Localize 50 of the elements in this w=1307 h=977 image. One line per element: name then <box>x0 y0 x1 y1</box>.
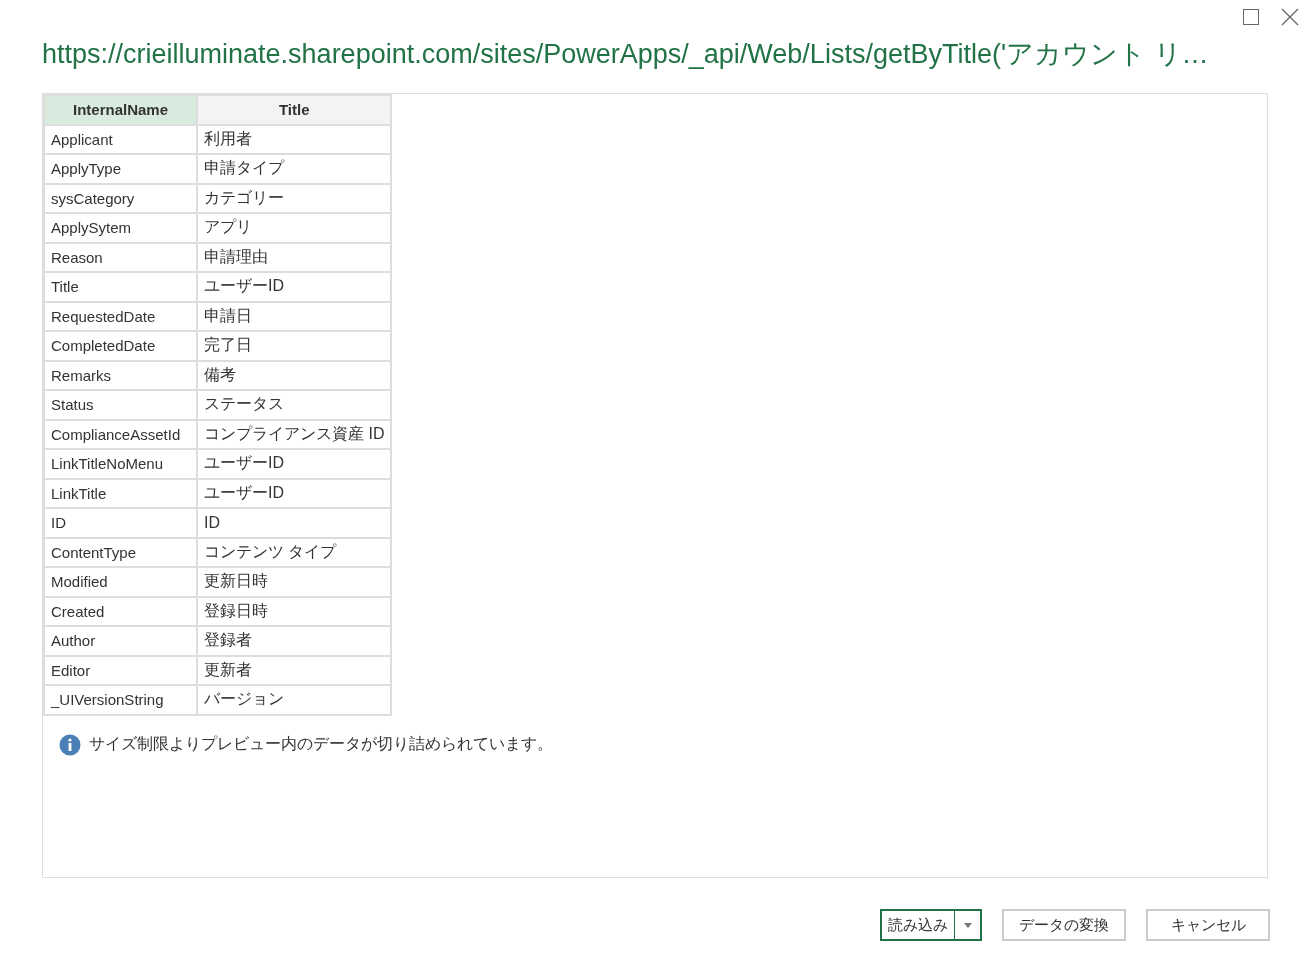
window-title: https://crieilluminate.sharepoint.com/sites/PowerApps/_api/Web/Lists/getByTitle('アカウント リ… <box>42 38 1210 71</box>
table-cell: 完了日 <box>197 331 392 361</box>
table-cell: _UIVersionString <box>44 685 197 715</box>
table-cell: 備考 <box>197 360 392 390</box>
truncation-notice: サイズ制限よりプレビュー内のデータが切り詰められています。 <box>89 734 553 755</box>
maximize-icon[interactable] <box>1243 9 1259 25</box>
table-cell: Author <box>44 626 197 656</box>
table-cell: Created <box>44 596 197 626</box>
table-cell: ID <box>44 508 197 538</box>
table-cell: コンテンツ タイプ <box>197 537 392 567</box>
cancel-button[interactable]: キャンセル <box>1146 909 1270 941</box>
table-cell: 申請タイプ <box>197 154 392 184</box>
table-cell: ApplyType <box>44 154 197 184</box>
table-cell: ユーザーID <box>197 272 392 302</box>
table-cell: ステータス <box>197 390 392 420</box>
table-cell: 申請日 <box>197 301 392 331</box>
table-cell: Title <box>44 272 197 302</box>
table-cell: ContentType <box>44 537 197 567</box>
table-cell: RequestedDate <box>44 301 197 331</box>
column-header[interactable]: InternalName <box>44 95 197 125</box>
table-cell: アプリ <box>197 213 392 243</box>
table-cell: 更新日時 <box>197 567 392 597</box>
table-cell: ユーザーID <box>197 478 392 508</box>
table-cell: ID <box>197 508 392 538</box>
table-cell: CompletedDate <box>44 331 197 361</box>
table-cell: Editor <box>44 655 197 685</box>
table-cell: Applicant <box>44 124 197 154</box>
table-cell: Modified <box>44 567 197 597</box>
table-cell: バージョン <box>197 685 392 715</box>
transform-data-button[interactable]: データの変換 <box>1002 909 1126 941</box>
table-cell: Remarks <box>44 360 197 390</box>
table-cell: 更新者 <box>197 655 392 685</box>
table-cell: ユーザーID <box>197 449 392 479</box>
table-cell: sysCategory <box>44 183 197 213</box>
table-cell: 利用者 <box>197 124 392 154</box>
table-cell: コンプライアンス資産 ID <box>197 419 392 449</box>
close-icon[interactable] <box>1281 8 1299 26</box>
table-cell: Status <box>44 390 197 420</box>
table-cell: カテゴリー <box>197 183 392 213</box>
table-cell: 申請理由 <box>197 242 392 272</box>
table-cell: 登録日時 <box>197 596 392 626</box>
table-cell: ApplySytem <box>44 213 197 243</box>
caret-icon <box>963 922 972 928</box>
table-cell: LinkTitleNoMenu <box>44 449 197 479</box>
table-cell: Reason <box>44 242 197 272</box>
info-icon <box>59 733 81 756</box>
column-header[interactable]: Title <box>197 95 392 125</box>
table-cell: 登録者 <box>197 626 392 656</box>
table-cell: LinkTitle <box>44 478 197 508</box>
table-cell: ComplianceAssetId <box>44 419 197 449</box>
